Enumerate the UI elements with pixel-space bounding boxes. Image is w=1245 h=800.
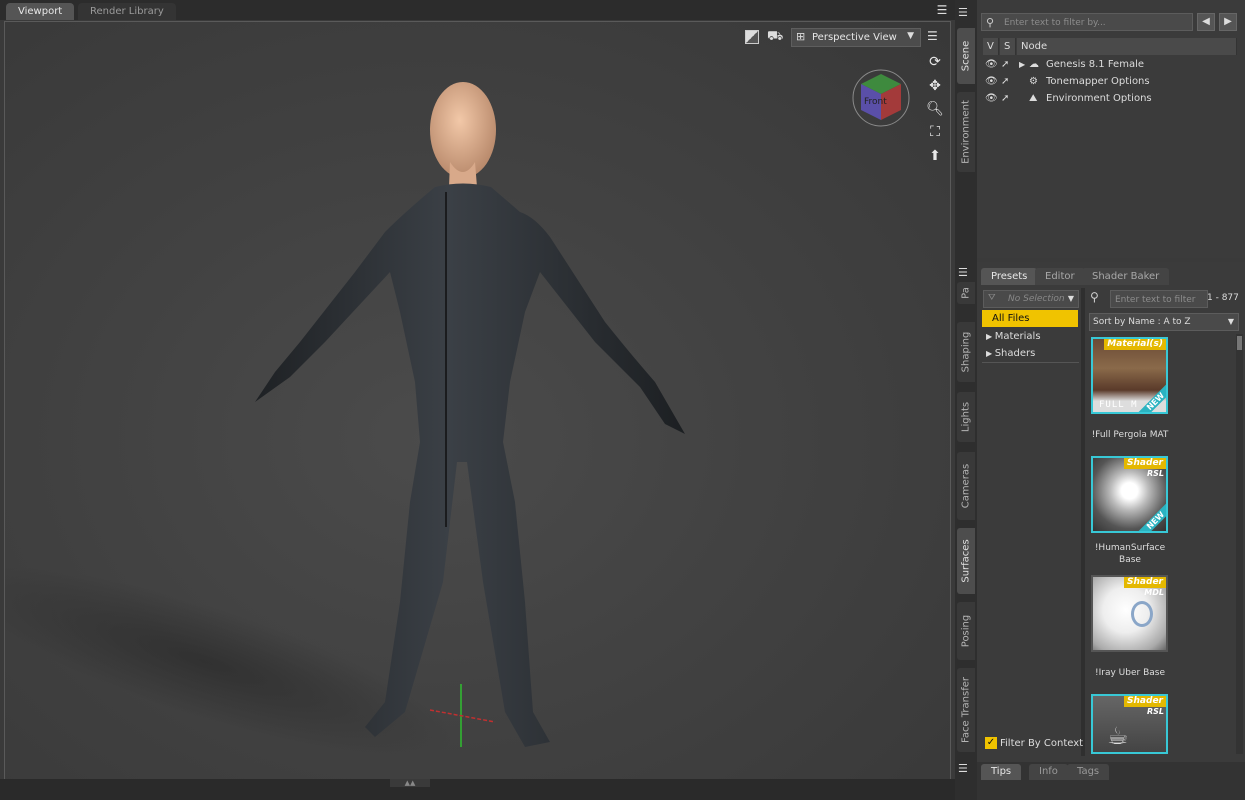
tab-editor[interactable]: Editor <box>1035 268 1085 285</box>
preset-label: !HumanSurface Base <box>1094 543 1166 565</box>
category-materials[interactable]: ▶ Materials <box>982 328 1078 345</box>
tab-viewport[interactable]: Viewport <box>6 3 75 20</box>
figure-icon: ☁ <box>1029 59 1039 70</box>
thumb-text: FULL M <box>1099 400 1138 410</box>
viewport-tab-bar: Viewport Render Library ☰ <box>0 0 955 20</box>
pointer-icon[interactable]: ➚ <box>1001 73 1009 90</box>
chevron-down-icon: ▼ <box>1067 294 1074 303</box>
search-icon: ⚲ <box>986 16 995 29</box>
new-ribbon: NEW <box>1137 383 1166 412</box>
splitter[interactable] <box>1081 288 1085 756</box>
eye-icon[interactable]: 👁︎ <box>985 56 998 73</box>
preset-label: !Iray Uber Base <box>1095 668 1165 678</box>
tab-presets[interactable]: Presets <box>981 268 1038 285</box>
prev-arrow-icon[interactable]: ◀ <box>1197 13 1215 31</box>
column-selectable[interactable]: S <box>1000 38 1016 55</box>
filter-by-context-label: Filter By Context <box>1000 738 1084 749</box>
type-badge: Shader <box>1124 458 1166 469</box>
environment-icon: ⛰ <box>1029 93 1038 104</box>
engine-badge: RSL <box>1146 707 1164 716</box>
column-node[interactable]: Node <box>1017 38 1237 55</box>
result-count: 1 - 877 <box>1207 293 1239 303</box>
type-badge: Material(s) <box>1104 339 1166 350</box>
side-tab-scene[interactable]: Scene <box>957 28 975 84</box>
figure-render <box>5 82 685 758</box>
tab-shader-baker[interactable]: Shader Baker <box>1082 268 1170 285</box>
preset-thumbnail[interactable]: Shader MDL <box>1091 575 1168 652</box>
preset-label: !Full Pergola MAT <box>1091 430 1169 440</box>
tab-info[interactable]: Info <box>1029 764 1068 780</box>
node-label: Tonemapper Options <box>1046 76 1150 87</box>
type-badge: Shader <box>1124 577 1166 588</box>
pane-menu-icon[interactable]: ☰ <box>958 762 974 776</box>
pointer-icon[interactable]: ➚ <box>1001 56 1009 73</box>
filter-by-context-checkbox[interactable]: ✓ <box>985 737 997 749</box>
preset-thumbnail[interactable]: Shader RSL NEW <box>1091 456 1168 533</box>
pointer-icon[interactable]: ➚ <box>1001 90 1009 107</box>
sort-label: Sort by Name : A to Z <box>1093 317 1191 327</box>
side-tab-cameras[interactable]: Cameras <box>957 452 975 520</box>
scene-pane: ⚲ Enter text to filter by... ◀ ▶ V S Nod… <box>977 0 1245 258</box>
column-visible[interactable]: V <box>983 38 999 55</box>
bottom-pane: Tips Info Tags <box>977 762 1245 800</box>
category-shaders[interactable]: ▶ Shaders <box>982 345 1078 362</box>
viewport-3d[interactable]: ⛟ ⊞ Perspective View ▼ ☰ Front ⟳ ✥ 🔍︎ ⛶ … <box>4 21 951 780</box>
selection-label: No Selection <box>1008 294 1065 304</box>
preset-thumbnail[interactable]: Material(s) FULL M NEW <box>1091 337 1168 414</box>
collapse-handle-icon[interactable]: ▲▲ <box>390 779 430 787</box>
chevron-down-icon: ▼ <box>1227 317 1234 326</box>
side-tab-parameters[interactable]: Pa <box>957 282 975 304</box>
tab-tips[interactable]: Tips <box>981 764 1022 780</box>
filter-icon: ⛛ <box>988 293 996 303</box>
viewport-status-bar: ▲▲ <box>0 779 955 800</box>
scene-filter-input[interactable]: ⚲ Enter text to filter by... <box>981 13 1193 31</box>
tab-tags[interactable]: Tags <box>1067 764 1110 780</box>
tonemapper-icon: ⚙ <box>1029 76 1038 87</box>
next-arrow-icon[interactable]: ▶ <box>1219 13 1237 31</box>
scene-filter-placeholder: Enter text to filter by... <box>1004 18 1106 28</box>
category-all-files[interactable]: All Files <box>982 310 1078 327</box>
eye-icon[interactable]: 👁︎ <box>985 73 998 90</box>
preset-thumbnail[interactable]: Shader RSL ☕ <box>1091 694 1168 754</box>
tab-render-library[interactable]: Render Library <box>78 3 176 20</box>
side-tab-shaping[interactable]: Shaping <box>957 322 975 382</box>
side-tab-lights[interactable]: Lights <box>957 392 975 442</box>
side-tab-column: ☰ Scene Environment ☰ Pa Shaping Lights … <box>955 0 977 800</box>
side-tab-posing[interactable]: Posing <box>957 602 975 660</box>
scrollbar-thumb[interactable] <box>1237 336 1242 350</box>
category-divider <box>982 362 1079 363</box>
presets-scrollbar[interactable] <box>1236 334 1243 754</box>
side-tab-environment[interactable]: Environment <box>957 92 975 172</box>
eye-icon[interactable]: 👁︎ <box>985 90 998 107</box>
type-badge: Shader <box>1124 696 1166 707</box>
side-tab-face-transfer[interactable]: Face Transfer <box>957 668 975 752</box>
search-icon: ⚲ <box>1090 290 1099 304</box>
selection-dropdown[interactable]: ⛛ No Selection ▼ <box>983 290 1079 308</box>
engine-badge: RSL <box>1146 469 1164 478</box>
expand-arrow-icon[interactable]: ▶ <box>1019 56 1025 73</box>
new-ribbon: NEW <box>1137 502 1166 531</box>
iray-logo-icon <box>1131 601 1153 627</box>
pane-menu-icon[interactable]: ☰ <box>958 6 974 20</box>
engine-badge: MDL <box>1144 588 1164 597</box>
pane-menu-icon[interactable]: ☰ <box>958 266 974 280</box>
node-label: Genesis 8.1 Female <box>1046 59 1145 70</box>
teapot-icon: ☕ <box>1107 722 1129 750</box>
sort-dropdown[interactable]: Sort by Name : A to Z ▼ <box>1089 313 1239 331</box>
presets-filter-input[interactable]: Enter text to filter by... <box>1110 290 1208 323</box>
node-label: Environment Options <box>1046 93 1152 104</box>
side-tab-surfaces[interactable]: Surfaces <box>957 528 975 594</box>
pane-menu-icon[interactable]: ☰ <box>934 2 950 18</box>
